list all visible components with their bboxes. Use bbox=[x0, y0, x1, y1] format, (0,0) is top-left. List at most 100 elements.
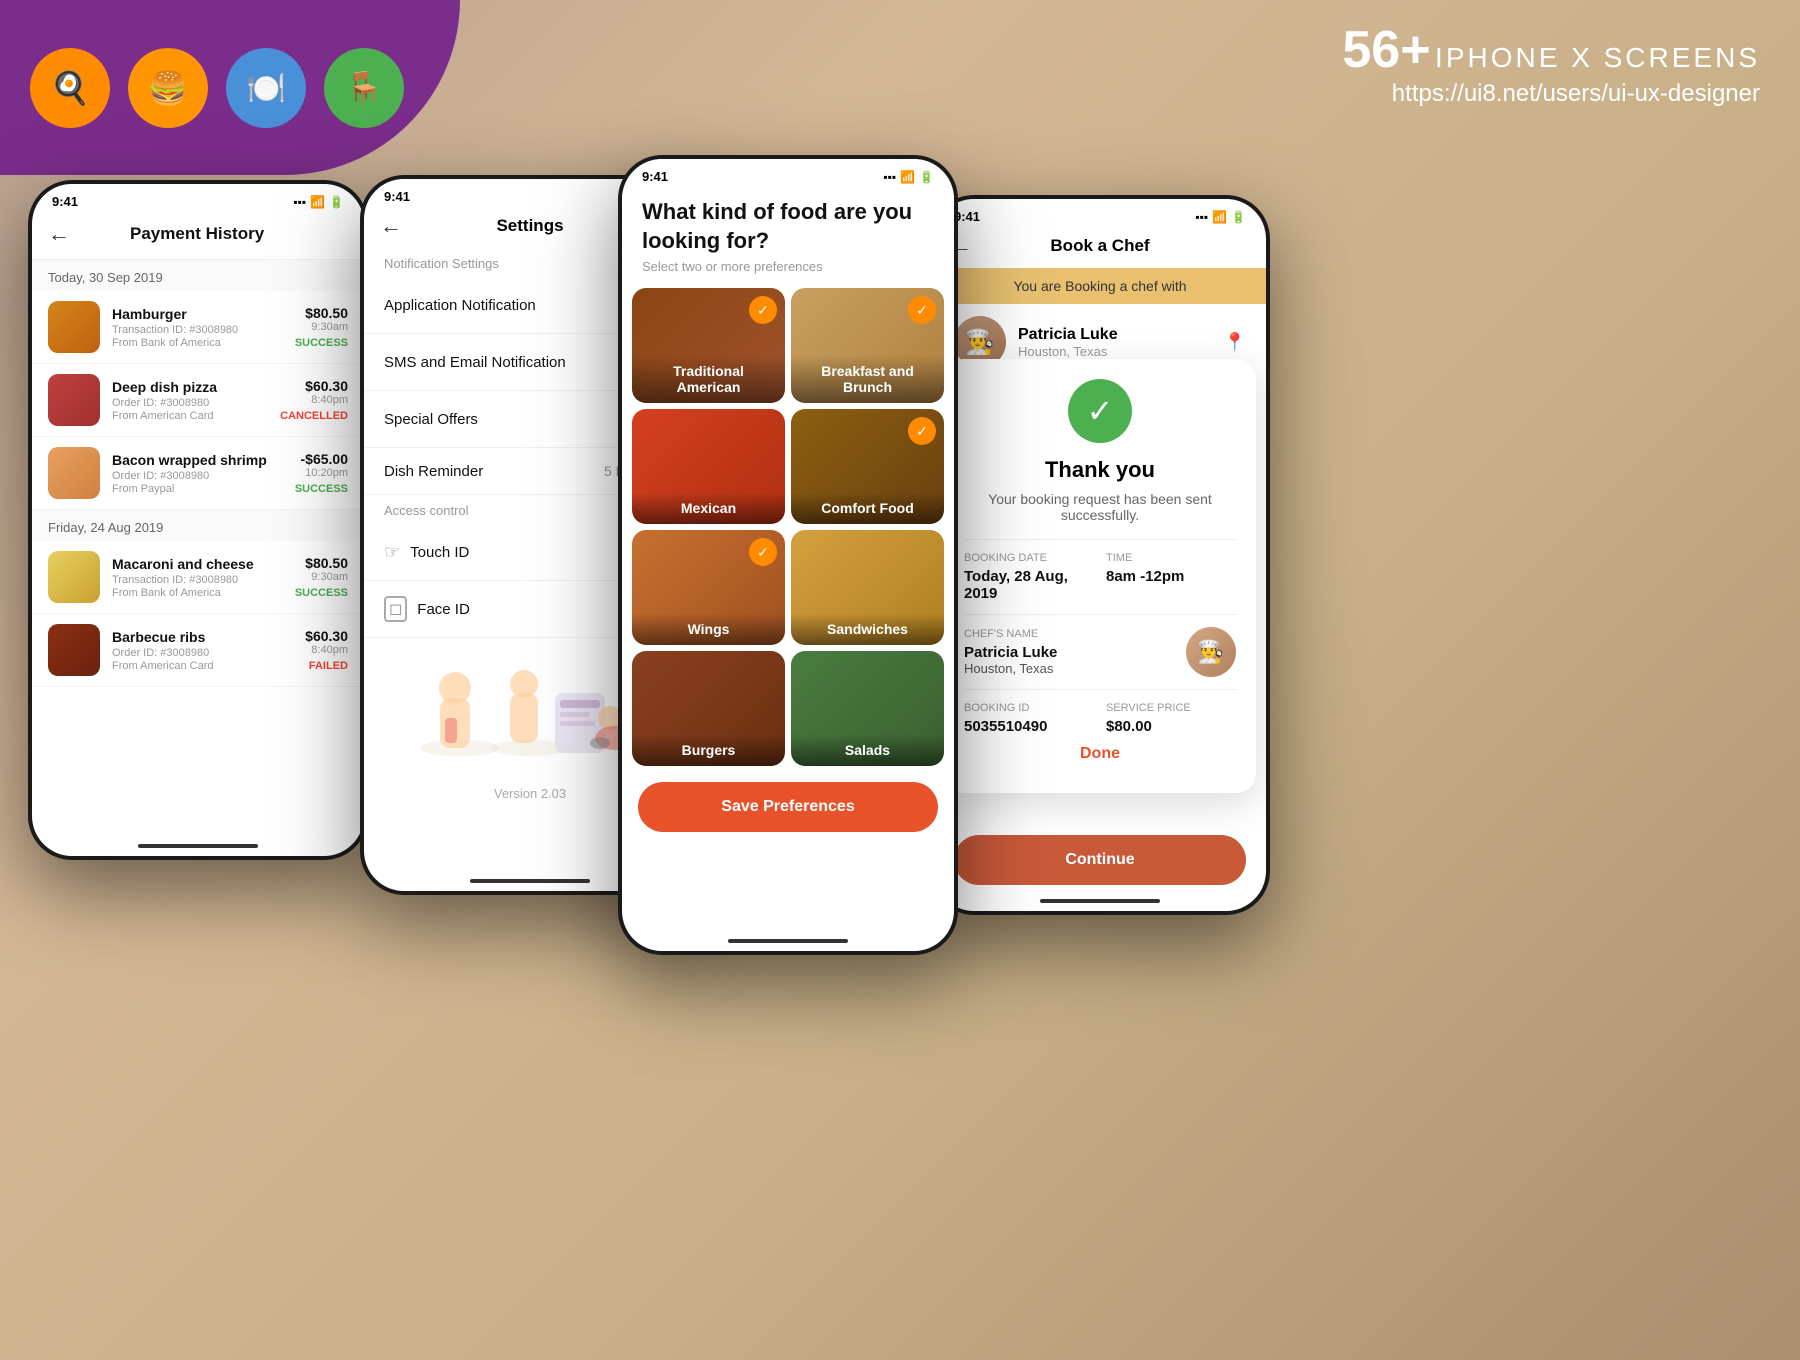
food-label-wings: Wings bbox=[632, 613, 785, 645]
food-label-sandwiches: Sandwiches bbox=[791, 613, 944, 645]
fingerprint-icon: ☞ bbox=[384, 542, 400, 563]
chef-name: Patricia Luke bbox=[1018, 326, 1118, 344]
thumb-ribs bbox=[48, 624, 100, 676]
modal-chef-name: Patricia Luke bbox=[964, 644, 1057, 661]
modal-divider-2 bbox=[964, 614, 1236, 615]
chefs-name-label: CHEF'S NAME bbox=[964, 628, 1057, 640]
save-preferences-button[interactable]: Save Preferences bbox=[638, 782, 938, 832]
food-label-traditional: Traditional American bbox=[632, 355, 785, 403]
thumb-hamburger bbox=[48, 301, 100, 353]
section-date-2: Friday, 24 Aug 2019 bbox=[32, 510, 364, 541]
thumb-pizza bbox=[48, 374, 100, 426]
service-price-label: SERVICE PRICE bbox=[1106, 702, 1236, 714]
check-wings: ✓ bbox=[749, 538, 777, 566]
modal-chef-location: Houston, Texas bbox=[964, 661, 1057, 676]
phone-book-chef: 9:41 ▪▪▪📶🔋 ← Book a Chef You are Booking… bbox=[930, 195, 1270, 915]
modal-divider-3 bbox=[964, 689, 1236, 690]
screens-label: IPHONE X SCREENS bbox=[1435, 42, 1760, 73]
modal-divider-1 bbox=[964, 539, 1236, 540]
food-cell-breakfast[interactable]: ✓ Breakfast and Brunch bbox=[791, 288, 944, 403]
payment-item-shrimp[interactable]: Bacon wrapped shrimp Order ID: #3008980 … bbox=[32, 437, 364, 510]
payment-info-ribs: Barbecue ribs Order ID: #3008980 From Am… bbox=[112, 629, 293, 672]
phone-payment-history: 9:41 ▪▪▪📶🔋 ← Payment History Today, 30 S… bbox=[28, 180, 368, 860]
payment-info-mac: Macaroni and cheese Transaction ID: #300… bbox=[112, 556, 283, 599]
food-cell-wings[interactable]: ✓ Wings bbox=[632, 530, 785, 645]
food-grid: ✓ Traditional American ✓ Breakfast and B… bbox=[622, 282, 954, 772]
service-price-cell: SERVICE PRICE $80.00 bbox=[1106, 702, 1236, 735]
booking-date-cell: BOOKING DATE Today, 28 Aug, 2019 bbox=[964, 552, 1094, 602]
home-indicator-4 bbox=[1040, 899, 1160, 903]
booking-time-cell: TIME 8am -12pm bbox=[1106, 552, 1236, 602]
time-label: TIME bbox=[1106, 552, 1236, 564]
booking-id-value: 5035510490 bbox=[964, 718, 1094, 735]
section-date-1: Today, 30 Sep 2019 bbox=[32, 260, 364, 291]
payment-item-pizza[interactable]: Deep dish pizza Order ID: #3008980 From … bbox=[32, 364, 364, 437]
signal-icons-1: ▪▪▪📶🔋 bbox=[293, 195, 344, 209]
booking-date-label: BOOKING DATE bbox=[964, 552, 1094, 564]
food-cell-sandwiches[interactable]: Sandwiches bbox=[791, 530, 944, 645]
food-pref-title: What kind of food are youlooking for? bbox=[642, 198, 934, 255]
food-cell-mexican[interactable]: Mexican bbox=[632, 409, 785, 524]
check-breakfast: ✓ bbox=[908, 296, 936, 324]
home-indicator-3 bbox=[728, 939, 848, 943]
done-button[interactable]: Done bbox=[964, 735, 1236, 773]
continue-button[interactable]: Continue bbox=[954, 835, 1246, 885]
payment-item-hamburger[interactable]: Hamburger Transaction ID: #3008980 From … bbox=[32, 291, 364, 364]
payment-info-hamburger: Hamburger Transaction ID: #3008980 From … bbox=[112, 306, 283, 349]
payment-item-ribs[interactable]: Barbecue ribs Order ID: #3008980 From Am… bbox=[32, 614, 364, 687]
dish-reminder-label: Dish Reminder bbox=[384, 463, 483, 480]
icon-burger: 🍔 bbox=[128, 48, 208, 128]
thankyou-title: Thank you bbox=[964, 457, 1236, 483]
booking-banner: You are Booking a chef with bbox=[934, 268, 1266, 304]
face-id-icon: ◻ bbox=[384, 596, 407, 622]
sms-notification-label: SMS and Email Notification bbox=[384, 354, 566, 371]
signal-icons-3: ▪▪▪📶🔋 bbox=[883, 170, 934, 184]
success-check-icon: ✓ bbox=[1068, 379, 1132, 443]
payment-info-pizza: Deep dish pizza Order ID: #3008980 From … bbox=[112, 379, 268, 422]
thankyou-subtitle: Your booking request has been sent succe… bbox=[964, 491, 1236, 523]
icon-chef: 🍳 bbox=[30, 48, 110, 128]
food-cell-comfort[interactable]: ✓ Comfort Food bbox=[791, 409, 944, 524]
back-arrow-2[interactable]: ← bbox=[380, 213, 402, 239]
booking-id-price-grid: BOOKING ID 5035510490 SERVICE PRICE $80.… bbox=[964, 702, 1236, 735]
time-3: 9:41 bbox=[642, 169, 668, 184]
signal-icons-4: ▪▪▪📶🔋 bbox=[1195, 210, 1246, 224]
screen-count: 56+ bbox=[1342, 21, 1430, 79]
booking-details-grid: BOOKING DATE Today, 28 Aug, 2019 TIME 8a… bbox=[964, 552, 1236, 602]
modal-chef-row: CHEF'S NAME Patricia Luke Houston, Texas… bbox=[964, 627, 1236, 677]
food-label-salads: Salads bbox=[791, 734, 944, 766]
food-label-comfort: Comfort Food bbox=[791, 492, 944, 524]
book-chef-header: ← Book a Chef bbox=[934, 228, 1266, 268]
food-cell-burgers[interactable]: Burgers bbox=[632, 651, 785, 766]
thankyou-modal: ✓ Thank you Your booking request has bee… bbox=[944, 359, 1256, 793]
payment-item-mac[interactable]: Macaroni and cheese Transaction ID: #300… bbox=[32, 541, 364, 614]
time-1: 9:41 bbox=[52, 194, 78, 209]
phone-food-preferences: 9:41 ▪▪▪📶🔋 What kind of food are youlook… bbox=[618, 155, 958, 955]
chef-location: Houston, Texas bbox=[1018, 344, 1118, 359]
service-price-value: $80.00 bbox=[1106, 718, 1236, 735]
food-cell-salads[interactable]: Salads bbox=[791, 651, 944, 766]
status-bar-4: 9:41 ▪▪▪📶🔋 bbox=[934, 199, 1266, 228]
food-label-mexican: Mexican bbox=[632, 492, 785, 524]
top-right-heading: 56+ IPHONE X SCREENS https://ui8.net/use… bbox=[1342, 20, 1760, 108]
booking-date-value: Today, 28 Aug, 2019 bbox=[964, 568, 1094, 602]
food-label-burgers: Burgers bbox=[632, 734, 785, 766]
modal-chef-avatar: 👨‍🍳 bbox=[1186, 627, 1236, 677]
home-indicator-1 bbox=[138, 844, 258, 848]
payment-header: ← Payment History bbox=[32, 213, 364, 260]
face-id-label: Face ID bbox=[417, 601, 470, 618]
back-arrow-1[interactable]: ← bbox=[48, 221, 70, 247]
status-bar-1: 9:41 ▪▪▪📶🔋 bbox=[32, 184, 364, 213]
url-text: https://ui8.net/users/ui-ux-designer bbox=[1342, 80, 1760, 108]
time-value: 8am -12pm bbox=[1106, 568, 1236, 585]
thumb-mac bbox=[48, 551, 100, 603]
touch-id-label: Touch ID bbox=[410, 544, 469, 561]
booking-id-label: BOOKING ID bbox=[964, 702, 1094, 714]
food-label-breakfast: Breakfast and Brunch bbox=[791, 355, 944, 403]
special-offers-label: Special Offers bbox=[384, 411, 478, 428]
payment-title: Payment History bbox=[130, 224, 264, 244]
food-pref-header: What kind of food are youlooking for? Se… bbox=[622, 188, 954, 282]
payment-info-shrimp: Bacon wrapped shrimp Order ID: #3008980 … bbox=[112, 452, 283, 495]
check-traditional: ✓ bbox=[749, 296, 777, 324]
food-cell-traditional[interactable]: ✓ Traditional American bbox=[632, 288, 785, 403]
